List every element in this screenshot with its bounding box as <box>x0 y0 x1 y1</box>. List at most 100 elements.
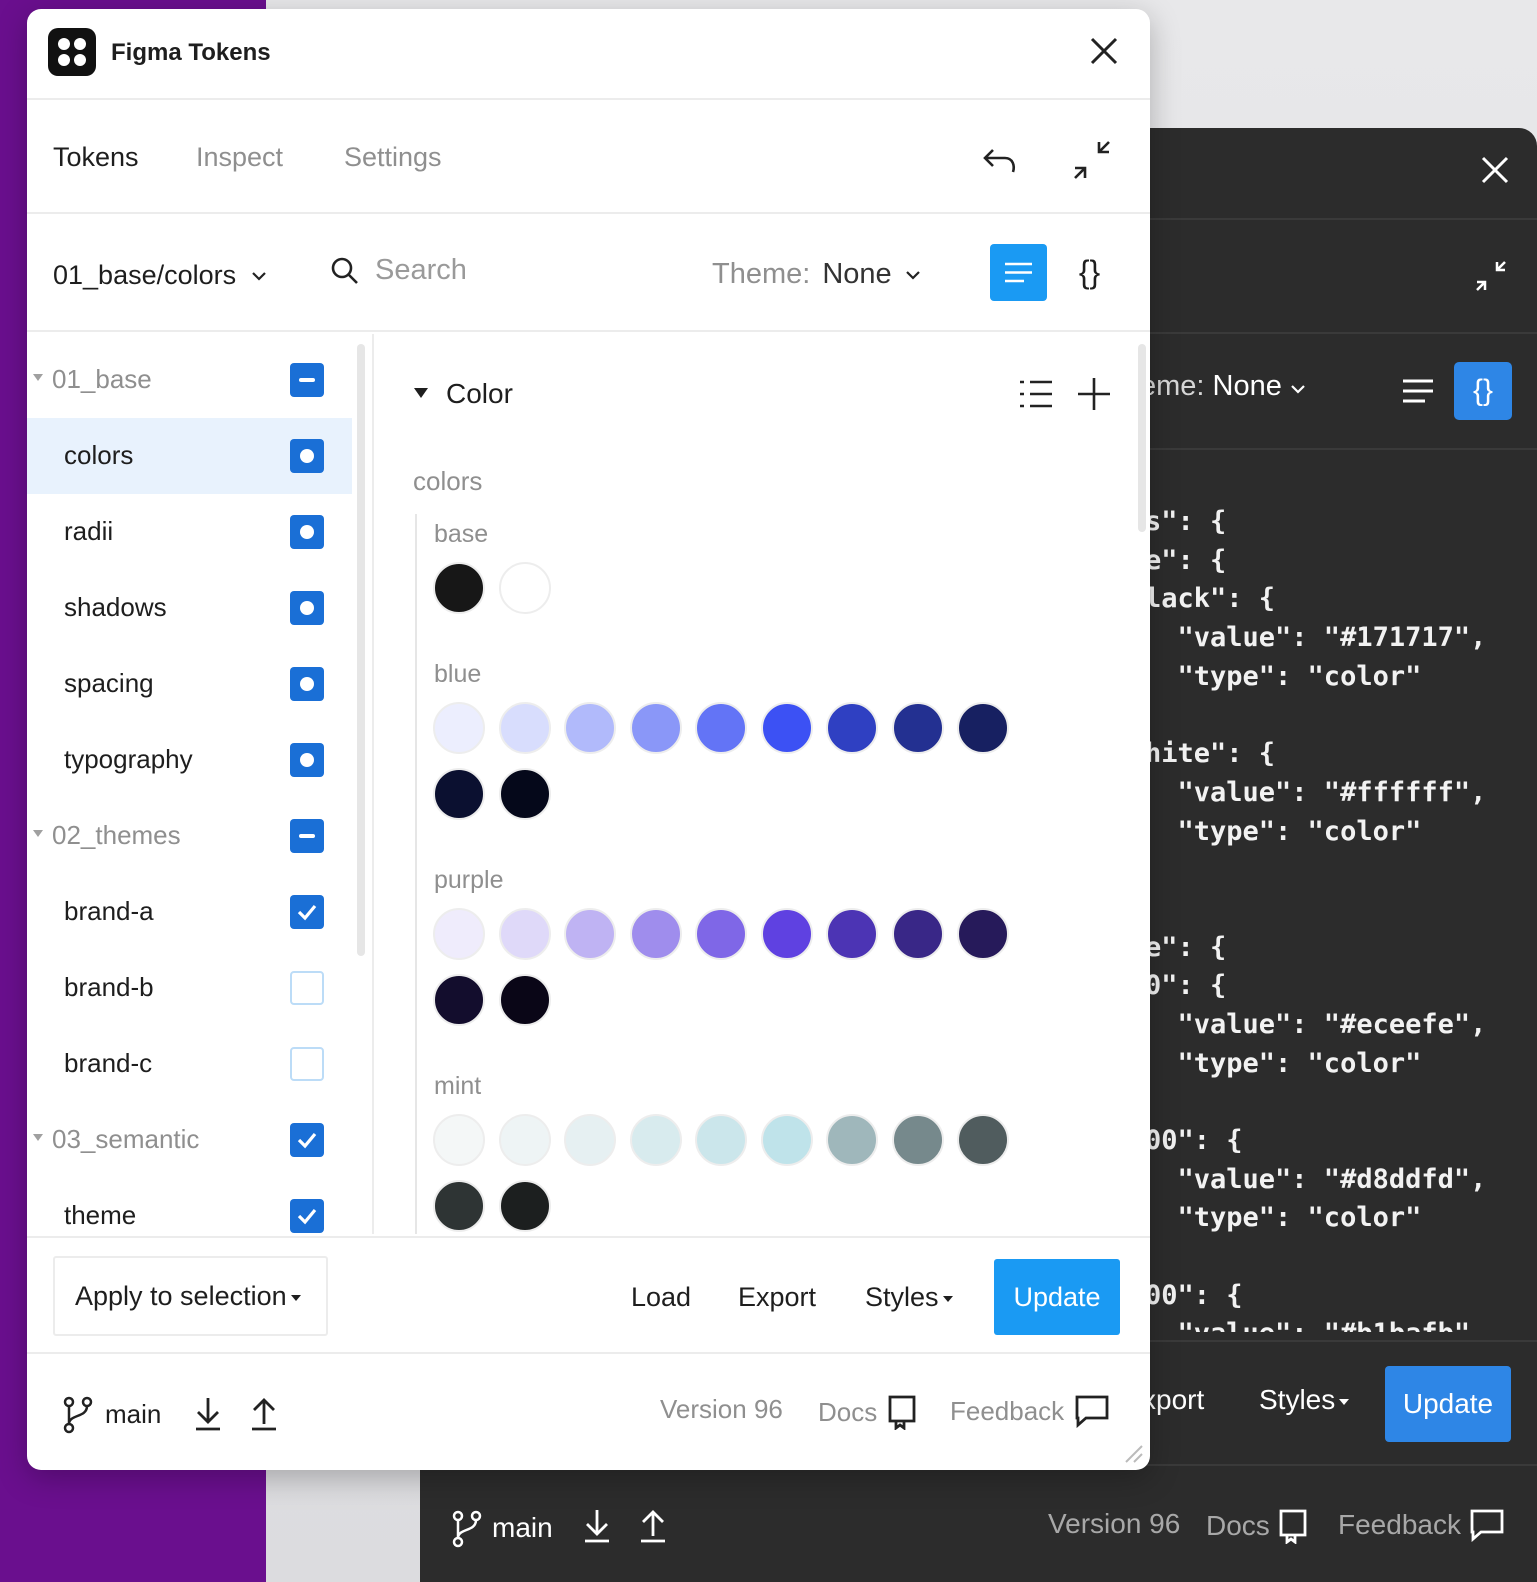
section-collapse-caret-icon[interactable] <box>414 388 428 398</box>
apply-to-selection-button[interactable]: Apply to selection <box>53 1256 328 1336</box>
dark-update-button[interactable]: Update <box>1385 1366 1511 1442</box>
color-token-swatch[interactable] <box>695 908 747 960</box>
sidebar-item[interactable]: colors <box>27 418 352 494</box>
color-token-swatch[interactable] <box>629 702 682 754</box>
color-token-swatch[interactable] <box>498 1114 551 1166</box>
color-token-swatch[interactable] <box>498 908 551 960</box>
color-token-swatch[interactable] <box>826 702 878 754</box>
color-token-swatch[interactable] <box>957 702 1009 754</box>
json-view-button[interactable]: {} <box>1061 244 1118 301</box>
token-set-checkbox[interactable] <box>290 743 324 777</box>
tab-settings[interactable]: Settings <box>344 142 442 173</box>
token-set-checkbox[interactable] <box>290 971 324 1005</box>
sidebar-item[interactable]: brand-a <box>27 874 352 950</box>
search-input[interactable] <box>375 254 675 287</box>
resize-handle-icon[interactable] <box>1122 1442 1144 1464</box>
color-token-swatch[interactable] <box>629 1114 682 1166</box>
styles-button[interactable]: Styles <box>865 1282 953 1313</box>
sidebar-item[interactable]: shadows <box>27 570 352 646</box>
sidebar-item[interactable]: spacing <box>27 646 352 722</box>
json-editor[interactable]: s": {e": {lack": { "value": "#171717", "… <box>1145 503 1537 1332</box>
color-token-swatch[interactable] <box>957 908 1009 960</box>
color-token-swatch[interactable] <box>564 1114 616 1166</box>
color-token-swatch[interactable] <box>433 702 485 754</box>
token-set-select[interactable]: 01_base/colors <box>53 260 268 291</box>
main-scrollbar[interactable] <box>1138 344 1146 532</box>
tab-inspect[interactable]: Inspect <box>196 142 283 173</box>
dark-json-view-button[interactable]: {} <box>1454 362 1512 420</box>
pull-icon[interactable] <box>193 1394 223 1432</box>
sidebar-item[interactable]: radii <box>27 494 352 570</box>
color-token-swatch[interactable] <box>564 702 616 754</box>
color-token-swatch[interactable] <box>826 908 878 960</box>
close-icon[interactable] <box>1084 31 1124 71</box>
color-token-swatch[interactable] <box>498 973 551 1026</box>
color-token-swatch[interactable] <box>498 562 551 614</box>
dark-pull-icon[interactable] <box>582 1506 612 1544</box>
dark-collapse-icon[interactable] <box>1471 256 1511 296</box>
color-token-swatch[interactable] <box>433 767 485 820</box>
undo-icon[interactable] <box>979 138 1023 182</box>
color-token-swatch[interactable] <box>433 1179 485 1232</box>
list-icon[interactable] <box>1016 374 1056 414</box>
token-set-checkbox[interactable] <box>290 1047 324 1081</box>
token-set-checkbox[interactable] <box>290 363 324 397</box>
dark-export-button[interactable]: xport <box>1142 1384 1204 1416</box>
feedback-link[interactable]: Feedback <box>950 1394 1110 1428</box>
docs-link[interactable]: Docs <box>818 1394 917 1430</box>
color-token-swatch[interactable] <box>695 1114 747 1166</box>
color-token-swatch[interactable] <box>564 908 616 960</box>
sidebar-item[interactable]: brand-c <box>27 1026 352 1102</box>
load-button[interactable]: Load <box>631 1282 691 1313</box>
dark-theme-select[interactable]: eme: None <box>1140 370 1306 403</box>
color-token-swatch[interactable] <box>760 908 813 960</box>
color-token-swatch[interactable] <box>433 1114 485 1166</box>
token-set-checkbox[interactable] <box>290 1123 324 1157</box>
dark-styles-button[interactable]: Styles <box>1259 1384 1350 1416</box>
token-set-checkbox[interactable] <box>290 895 324 929</box>
token-set-checkbox[interactable] <box>290 667 324 701</box>
sidebar-item[interactable]: theme <box>27 1178 352 1234</box>
expand-caret-icon[interactable] <box>33 374 43 381</box>
dark-list-view-icon[interactable] <box>1393 366 1443 416</box>
branch-selector[interactable]: main <box>61 1394 161 1434</box>
color-token-swatch[interactable] <box>760 702 813 754</box>
color-token-swatch[interactable] <box>957 1114 1009 1166</box>
collapse-icon[interactable] <box>1069 136 1117 184</box>
tab-tokens[interactable]: Tokens <box>53 142 139 173</box>
update-button[interactable]: Update <box>994 1259 1120 1335</box>
color-token-swatch[interactable] <box>629 908 682 960</box>
color-token-swatch[interactable] <box>433 973 485 1026</box>
theme-select[interactable]: Theme: None <box>712 258 922 291</box>
dark-docs-link[interactable]: Docs <box>1206 1508 1308 1544</box>
sidebar-item[interactable]: 01_base <box>27 342 352 418</box>
color-token-swatch[interactable] <box>498 1179 551 1232</box>
color-token-swatch[interactable] <box>695 702 747 754</box>
export-button[interactable]: Export <box>738 1282 816 1313</box>
expand-caret-icon[interactable] <box>33 830 43 837</box>
sidebar-item[interactable]: 02_themes <box>27 798 352 874</box>
token-set-checkbox[interactable] <box>290 515 324 549</box>
push-icon[interactable] <box>249 1394 279 1432</box>
color-token-swatch[interactable] <box>498 702 551 754</box>
sidebar-item[interactable]: 03_semantic <box>27 1102 352 1178</box>
color-token-swatch[interactable] <box>760 1114 813 1166</box>
color-token-swatch[interactable] <box>891 1114 944 1166</box>
token-set-checkbox[interactable] <box>290 439 324 473</box>
color-token-swatch[interactable] <box>433 908 485 960</box>
expand-caret-icon[interactable] <box>33 1134 43 1141</box>
color-token-swatch[interactable] <box>891 908 944 960</box>
dark-branch-selector[interactable]: main <box>450 1508 553 1548</box>
dark-push-icon[interactable] <box>638 1506 668 1544</box>
color-token-swatch[interactable] <box>498 767 551 820</box>
sidebar-scrollbar[interactable] <box>357 344 365 956</box>
token-set-checkbox[interactable] <box>290 819 324 853</box>
sidebar-item[interactable]: typography <box>27 722 352 798</box>
dark-close-icon[interactable] <box>1475 150 1515 190</box>
dark-feedback-link[interactable]: Feedback <box>1338 1508 1505 1542</box>
color-token-swatch[interactable] <box>826 1114 878 1166</box>
list-view-button[interactable] <box>990 244 1047 301</box>
sidebar-item[interactable]: brand-b <box>27 950 352 1026</box>
add-icon[interactable] <box>1074 374 1114 414</box>
color-token-swatch[interactable] <box>433 562 485 614</box>
